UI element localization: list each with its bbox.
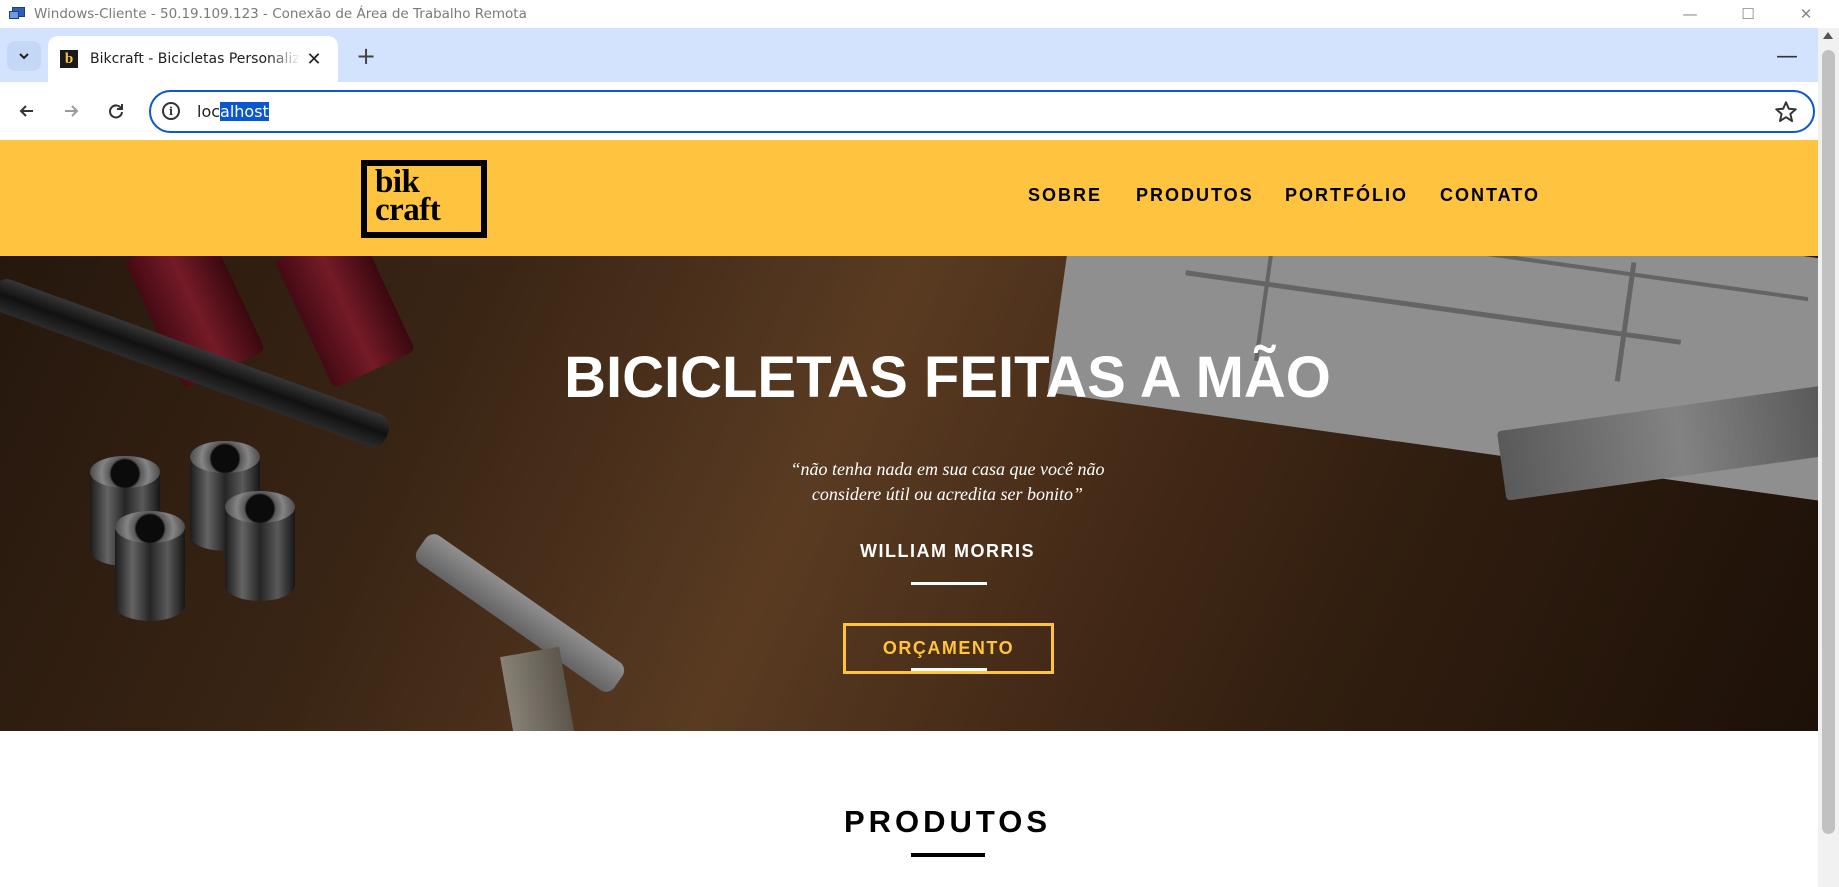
orcamento-button[interactable]: ORÇAMENTO	[843, 623, 1054, 674]
address-bar[interactable]: i localhost	[149, 90, 1815, 133]
scrollbar-thumb[interactable]	[1822, 50, 1835, 834]
url-selected-text: alhost	[220, 102, 269, 121]
browser-tab-active[interactable]: b Bikcraft - Bicicletas Personalizadas ✕	[48, 36, 338, 82]
browser-tab-strip: b Bikcraft - Bicicletas Personalizadas ✕…	[0, 28, 1818, 82]
remote-desktop-title-bar: Windows-Cliente - 50.19.109.123 - Conexã…	[0, 0, 1839, 28]
window-title: Windows-Cliente - 50.19.109.123 - Conexã…	[34, 6, 527, 22]
forward-icon	[65, 105, 79, 117]
page-scrollbar[interactable]	[1818, 28, 1839, 887]
tabstrip-minimize-button[interactable]: —	[1772, 41, 1802, 71]
tab-title: Bikcraft - Bicicletas Personalizadas	[90, 51, 300, 67]
new-tab-button[interactable]: +	[351, 41, 381, 71]
menu-item-produtos[interactable]: PRODUTOS	[1136, 185, 1254, 206]
tab-search-button[interactable]	[7, 41, 41, 71]
star-icon[interactable]	[1773, 99, 1799, 125]
reload-button[interactable]	[100, 95, 132, 127]
forward-button[interactable]	[55, 95, 87, 127]
close-window-button[interactable]: ✕	[1777, 0, 1835, 28]
minimize-window-button[interactable]: —	[1661, 0, 1719, 28]
site-header: bik craft SOBRE PRODUTOS PORTFÓLIO CONTA…	[0, 140, 1818, 256]
menu-item-portfolio[interactable]: PORTFÓLIO	[1285, 185, 1408, 206]
quote-author: WILLIAM MORRIS	[860, 541, 1035, 561]
url-text: loc	[197, 102, 221, 121]
section-divider	[911, 853, 985, 857]
section-title-produtos: PRODUTOS	[843, 804, 1052, 839]
quote-line-1: “não tenha nada em sua casa que você não	[790, 459, 1105, 479]
hero-divider	[911, 582, 987, 585]
scroll-up-arrow[interactable]	[1823, 32, 1833, 39]
chevron-down-icon	[19, 53, 29, 60]
menu-item-sobre[interactable]: SOBRE	[1028, 185, 1102, 206]
browser-toolbar: i localhost	[0, 82, 1818, 140]
hero-title: BICICLETAS FEITAS A MÃO	[564, 345, 1331, 410]
close-tab-button[interactable]: ✕	[304, 49, 324, 70]
hero-quote: “não tenha nada em sua casa que você não…	[0, 457, 1818, 507]
maximize-window-button[interactable]: ☐	[1719, 0, 1777, 28]
main-menu: SOBRE PRODUTOS PORTFÓLIO CONTATO	[0, 185, 1818, 213]
menu-item-contato[interactable]: CONTATO	[1440, 185, 1540, 206]
back-icon	[19, 105, 33, 117]
address-input[interactable]: localhost	[197, 102, 269, 121]
reload-icon	[109, 104, 123, 119]
info-icon[interactable]: i	[162, 102, 180, 120]
favicon-icon: b	[60, 50, 78, 68]
remote-desktop-icon	[9, 6, 27, 22]
quote-line-2: considere útil ou acredita ser bonito”	[811, 484, 1084, 504]
hero-section: BICICLETAS FEITAS A MÃO “não tenha nada …	[0, 256, 1818, 731]
back-button[interactable]	[11, 95, 43, 127]
web-page: bik craft SOBRE PRODUTOS PORTFÓLIO CONTA…	[0, 140, 1818, 887]
